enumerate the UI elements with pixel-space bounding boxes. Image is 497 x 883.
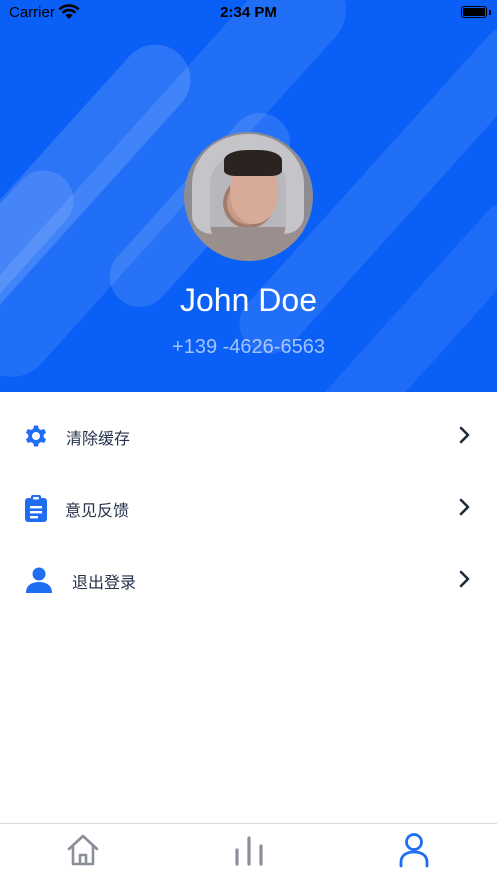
avatar[interactable]: [184, 132, 313, 261]
chevron-right-icon: [459, 498, 470, 516]
user-phone: +139 -4626-6563: [172, 336, 325, 358]
clipboard-icon: [25, 495, 47, 522]
battery-icon: [461, 6, 487, 18]
chevron-right-icon: [459, 426, 470, 444]
battery-cap: [489, 10, 491, 15]
menu-label-clear-cache: 清除缓存: [66, 429, 131, 448]
chart-icon[interactable]: [229, 830, 269, 870]
menu-label-logout: 退出登录: [72, 573, 137, 592]
person-icon: [26, 567, 52, 593]
gear-icon: [25, 425, 47, 447]
menu-item-clear-cache[interactable]: 清除缓存: [0, 400, 497, 472]
menu-item-logout[interactable]: 退出登录: [0, 544, 497, 616]
profile-header: Carrier 2:34 PM John Doe +139 -4626-6563: [0, 0, 497, 392]
menu-item-feedback[interactable]: 意见反馈: [0, 472, 497, 544]
profile-icon[interactable]: [394, 830, 434, 870]
tab-bar: [0, 823, 497, 883]
clock: 2:34 PM: [220, 4, 277, 21]
menu-label-feedback: 意见反馈: [65, 501, 130, 520]
user-name: John Doe: [180, 282, 317, 318]
home-icon[interactable]: [63, 830, 103, 870]
status-bar: Carrier 2:34 PM: [0, 0, 497, 26]
chevron-right-icon: [459, 570, 470, 588]
